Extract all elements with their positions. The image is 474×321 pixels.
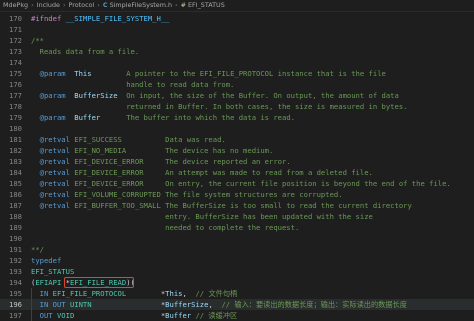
line-number: 175 xyxy=(9,69,22,78)
line-number: 178 xyxy=(9,102,22,111)
line-number: 193 xyxy=(9,267,22,276)
code-line[interactable]: 184 @retval EFI_DEVICE_ERROR An attempt … xyxy=(0,167,474,178)
breadcrumb-item[interactable]: Protocol xyxy=(69,1,95,9)
code-line[interactable]: 192 typedef xyxy=(0,255,474,266)
code-line[interactable]: 196 IN OUT UINTN *BufferSize, // 输入：要读出的… xyxy=(0,299,474,310)
code-text: @param Buffer The buffer into which the … xyxy=(39,113,295,122)
code-text: EFI_STATUS xyxy=(31,267,75,276)
line-number: 181 xyxy=(9,135,22,144)
code-text: typedef xyxy=(31,256,62,265)
code-line[interactable]: 172 /** xyxy=(0,35,474,46)
line-number: 191 xyxy=(9,245,22,254)
code-line[interactable]: 174 xyxy=(0,57,474,68)
code-line[interactable]: 180 xyxy=(0,123,474,134)
code-text: @retval EFI_VOLUME_CORRUPTED The file sy… xyxy=(39,190,343,199)
chevron-right-icon: › xyxy=(62,1,66,9)
line-number: 179 xyxy=(9,113,22,122)
line-number: 190 xyxy=(9,234,22,243)
line-number: 170 xyxy=(9,14,22,23)
code-text: @param This A pointer to the EFI_FILE_PR… xyxy=(39,69,386,78)
code-text: #ifndef __SIMPLE_FILE_SYSTEM_H__ xyxy=(31,14,170,23)
code-line[interactable]: 186 @retval EFI_VOLUME_CORRUPTED The fil… xyxy=(0,189,474,200)
symbol-icon: # xyxy=(180,1,186,9)
line-number: 171 xyxy=(9,25,22,34)
code-line[interactable]: 179 @param Buffer The buffer into which … xyxy=(0,112,474,123)
code-text: **/ xyxy=(31,245,44,254)
line-number: 173 xyxy=(9,47,22,56)
breadcrumb-item[interactable]: EFI_STATUS xyxy=(188,1,225,9)
code-text: @retval EFI_DEVICE_ERROR On entry, the c… xyxy=(39,179,451,188)
line-number: 176 xyxy=(9,80,22,89)
code-text: entry. BufferSize has been updated with … xyxy=(31,212,373,221)
line-number: 195 xyxy=(9,289,22,298)
code-text: @param BufferSize On input, the size of … xyxy=(39,91,399,100)
line-number: 174 xyxy=(9,58,22,67)
code-line[interactable]: 177 @param BufferSize On input, the size… xyxy=(0,90,474,101)
code-editor[interactable]: 170 #ifndef __SIMPLE_FILE_SYSTEM_H__ 171 17… xyxy=(0,12,474,321)
line-number: 185 xyxy=(9,179,22,188)
chevron-right-icon: › xyxy=(175,1,178,9)
code-line[interactable]: 170 #ifndef __SIMPLE_FILE_SYSTEM_H__ xyxy=(0,13,474,24)
code-text: @retval EFI_NO_MEDIA The device has no m… xyxy=(39,146,274,155)
breadcrumb-item[interactable]: SimpleFileSystem.h xyxy=(110,1,172,9)
line-number: 194 xyxy=(9,278,22,287)
code-line[interactable]: 189 needed to complete the request. xyxy=(0,222,474,233)
code-text: needed to complete the request. xyxy=(31,223,300,232)
code-line[interactable]: 185 @retval EFI_DEVICE_ERROR On entry, t… xyxy=(0,178,474,189)
code-text: IN EFI_FILE_PROTOCOL *This, // 文件句柄 xyxy=(39,289,238,298)
code-line[interactable]: 182 @retval EFI_NO_MEDIA The device has … xyxy=(0,145,474,156)
line-number: 192 xyxy=(9,256,22,265)
code-line[interactable]: 188 entry. BufferSize has been updated w… xyxy=(0,211,474,222)
breadcrumb-item[interactable]: Include xyxy=(37,1,60,9)
code-text: @retval EFI_DEVICE_ERROR An attempt was … xyxy=(39,168,373,177)
breadcrumb-item[interactable]: MdePkg xyxy=(3,1,28,9)
line-number: 187 xyxy=(9,201,22,210)
code-text: returned in Buffer. In both cases, the s… xyxy=(31,102,408,111)
line-number: 177 xyxy=(9,91,22,100)
code-text: @retval EFI_SUCCESS Data was read. xyxy=(39,135,226,144)
code-line[interactable]: 194 (EFIAPI *EFI_FILE_READ)( xyxy=(0,277,474,288)
highlight-box xyxy=(64,277,134,288)
code-line[interactable]: 173 Reads data from a file. xyxy=(0,46,474,57)
code-line[interactable]: 191 **/ xyxy=(0,244,474,255)
code-line[interactable]: 187 @retval EFI_BUFFER_TOO_SMALL The Buf… xyxy=(0,200,474,211)
code-line[interactable]: 178 returned in Buffer. In both cases, t… xyxy=(0,101,474,112)
code-line[interactable]: 181 @retval EFI_SUCCESS Data was read. xyxy=(0,134,474,145)
code-text: @retval EFI_BUFFER_TOO_SMALL The BufferS… xyxy=(39,201,412,210)
line-number: 184 xyxy=(9,168,22,177)
code-line[interactable]: 193 EFI_STATUS xyxy=(0,266,474,277)
line-number: 189 xyxy=(9,223,22,232)
line-number: 182 xyxy=(9,146,22,155)
line-number: 196 xyxy=(9,300,22,309)
code-line[interactable]: 190 xyxy=(0,233,474,244)
code-line[interactable]: 175 @param This A pointer to the EFI_FIL… xyxy=(0,68,474,79)
code-line[interactable]: 176 handle to read data from. xyxy=(0,79,474,90)
code-text: /** xyxy=(31,36,44,45)
line-number: 180 xyxy=(9,124,22,133)
code-text: handle to read data from. xyxy=(31,80,235,89)
code-line[interactable]: 171 xyxy=(0,24,474,35)
breadcrumb: MdePkg › Include › Protocol › C SimpleFileSyst… xyxy=(0,0,474,12)
code-text: IN OUT UINTN *BufferSize, // 输入：要读出的数据长度… xyxy=(39,300,407,309)
code-text: @retval EFI_DEVICE_ERROR The device repo… xyxy=(39,157,291,166)
line-number: 172 xyxy=(9,36,22,45)
code-text: Reads data from a file. xyxy=(31,47,140,56)
chevron-right-icon: › xyxy=(97,1,100,9)
chevron-right-icon: › xyxy=(31,1,34,9)
line-number: 183 xyxy=(9,157,22,166)
code-line[interactable]: 195 IN EFI_FILE_PROTOCOL *This, // 文件句柄 xyxy=(0,288,474,299)
line-number: 186 xyxy=(9,190,22,199)
code-line[interactable]: 183 @retval EFI_DEVICE_ERROR The device … xyxy=(0,156,474,167)
c-file-icon: C xyxy=(102,1,108,9)
indent-guide xyxy=(31,288,32,321)
line-number: 188 xyxy=(9,212,22,221)
